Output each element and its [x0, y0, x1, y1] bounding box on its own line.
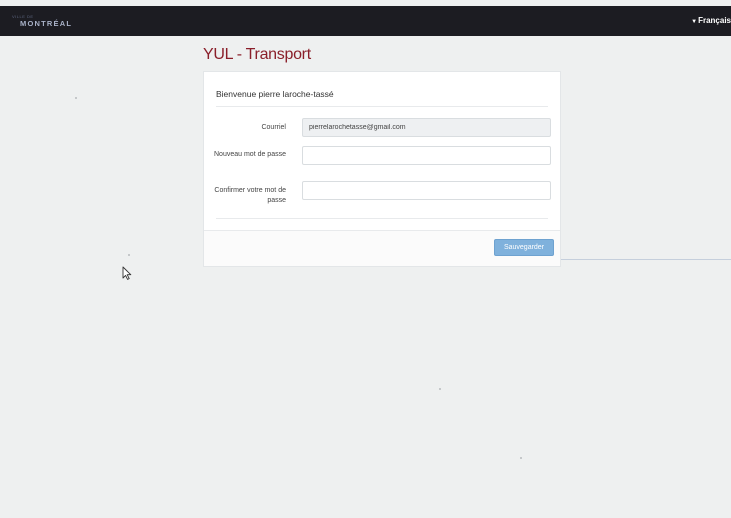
mouse-pointer-icon: [122, 266, 132, 280]
page: VILLE DE MONTRÉAL ▼Français YUL - Transp…: [0, 0, 731, 518]
language-toggle[interactable]: ▼Français: [691, 16, 731, 25]
panel-footer: Sauvegarder: [204, 230, 560, 266]
save-button[interactable]: Sauvegarder: [494, 239, 554, 256]
screen-speck: [75, 97, 77, 99]
email-field[interactable]: [302, 118, 551, 137]
screen-speck: [439, 388, 441, 390]
new-password-label: Nouveau mot de passe: [214, 151, 286, 158]
screen-speck: [520, 457, 522, 459]
language-label: Français: [698, 16, 731, 25]
logo-text: MONTRÉAL: [20, 19, 73, 28]
confirm-password-label: Confirmer votre mot de passe: [214, 187, 286, 204]
new-password-field[interactable]: [302, 146, 551, 165]
top-navigation-bar: VILLE DE MONTRÉAL ▼Français: [0, 6, 731, 36]
montreal-logo[interactable]: VILLE DE MONTRÉAL: [12, 14, 92, 30]
email-label: Courriel: [261, 124, 286, 131]
panel-divider: [216, 218, 548, 219]
confirm-password-field[interactable]: [302, 181, 551, 200]
welcome-message: Bienvenue pierre laroche-tassé: [216, 89, 334, 99]
account-form-panel: Bienvenue pierre laroche-tassé Courriel …: [203, 71, 561, 267]
screen-speck: [128, 254, 130, 256]
page-title: YUL - Transport: [203, 46, 311, 63]
chevron-down-icon: ▼: [691, 19, 698, 25]
horizontal-rule: [561, 259, 731, 260]
panel-divider: [216, 106, 548, 107]
